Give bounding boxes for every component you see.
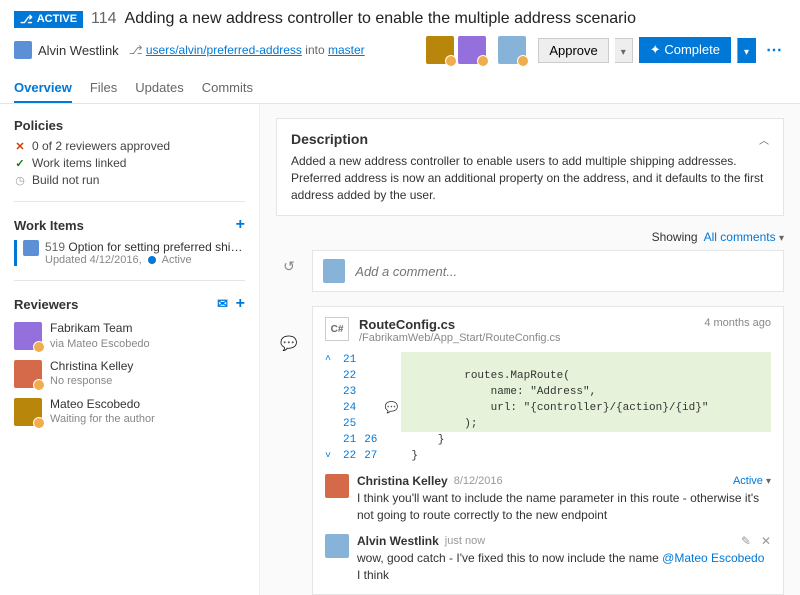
- avatar: [14, 41, 32, 59]
- comment-author[interactable]: Alvin Westlink: [357, 534, 439, 548]
- comment-timestamp: 8/12/2016: [454, 475, 503, 487]
- chevron-down-icon: ▾: [744, 47, 749, 58]
- csharp-file-icon: C#: [325, 317, 349, 341]
- mention[interactable]: @Mateo Escobedo: [662, 551, 764, 565]
- tab-files[interactable]: Files: [90, 74, 117, 103]
- avatar[interactable]: [498, 36, 526, 64]
- file-path: /FabrikamWeb/App_Start/RouteConfig.cs: [359, 332, 561, 344]
- branch-info: ⎇ users/alvin/preferred-address into mas…: [129, 43, 365, 57]
- workitem-row[interactable]: 519 Option for setting preferred shippin…: [14, 240, 245, 266]
- reviewer-avatars: [426, 36, 526, 64]
- comment-author[interactable]: Christina Kelley: [357, 474, 448, 488]
- check-icon: ✦: [650, 42, 661, 57]
- file-timestamp: 4 months ago: [704, 317, 771, 329]
- target-branch-link[interactable]: master: [328, 43, 365, 57]
- avatar: [14, 322, 42, 350]
- policy-build: ◷ Build not run: [14, 173, 245, 187]
- add-comment-box[interactable]: [312, 250, 784, 292]
- edit-comment-icon[interactable]: ✎: [741, 534, 751, 548]
- delete-comment-icon[interactable]: ✕: [761, 534, 771, 548]
- status-dot-icon: [148, 256, 156, 264]
- policies-title: Policies: [14, 118, 245, 133]
- policy-workitems: ✓ Work items linked: [14, 156, 245, 170]
- reviewer-row[interactable]: Fabrikam Teamvia Mateo Escobedo: [14, 321, 245, 351]
- chevron-up-icon[interactable]: ︿: [759, 132, 769, 147]
- add-workitem-button[interactable]: +: [236, 216, 245, 234]
- reviewer-row[interactable]: Christina KelleyNo response: [14, 359, 245, 389]
- reviewers-title: Reviewers: [14, 297, 78, 312]
- policy-reviewers: ✕ 0 of 2 reviewers approved: [14, 139, 245, 153]
- comment-thread-item: Alvin Westlink just now ✎ ✕ wow, good ca…: [325, 534, 771, 584]
- avatar[interactable]: [458, 36, 486, 64]
- comments-filter[interactable]: All comments ▾: [704, 230, 784, 244]
- add-comment-input[interactable]: [355, 264, 773, 279]
- status-badge: ⎇ ACTIVE: [14, 11, 83, 28]
- more-actions[interactable]: ⋯: [762, 40, 786, 60]
- branch-icon: ⎇: [129, 43, 143, 57]
- avatar: [323, 259, 345, 283]
- author[interactable]: Alvin Westlink: [14, 41, 119, 59]
- description-title: Description: [291, 131, 368, 147]
- chevron-down-icon: ▾: [779, 233, 784, 244]
- expand-down-icon[interactable]: ˅: [325, 451, 331, 462]
- approve-dropdown[interactable]: ▾: [615, 38, 633, 63]
- avatar: [23, 240, 39, 256]
- pr-id: 114: [91, 10, 117, 28]
- description-card: Description ︿ Added a new address contro…: [276, 118, 784, 216]
- pr-title: Adding a new address controller to enabl…: [125, 10, 636, 28]
- showing-label: Showing: [652, 230, 698, 244]
- description-body: Added a new address controller to enable…: [291, 153, 769, 203]
- avatar: [325, 534, 349, 558]
- avatar: [14, 360, 42, 388]
- history-icon[interactable]: ↺: [283, 258, 295, 275]
- source-branch-link[interactable]: users/alvin/preferred-address: [146, 43, 302, 57]
- comment-status-dropdown[interactable]: Active ▾: [733, 475, 771, 487]
- add-reviewer-button[interactable]: +: [236, 295, 245, 312]
- reviewer-row[interactable]: Mateo EscobedoWaiting for the author: [14, 397, 245, 427]
- comment-text: wow, good catch - I've fixed this to now…: [357, 550, 771, 584]
- avatar[interactable]: [426, 36, 454, 64]
- tab-commits[interactable]: Commits: [202, 74, 253, 103]
- chevron-down-icon: ▾: [621, 47, 626, 58]
- tab-overview[interactable]: Overview: [14, 74, 72, 103]
- complete-button[interactable]: ✦ Complete: [639, 37, 731, 63]
- comment-timestamp: just now: [445, 535, 485, 547]
- clock-icon: ◷: [14, 174, 26, 186]
- branch-icon: ⎇: [20, 13, 33, 26]
- comment-icon[interactable]: 💬: [280, 335, 297, 352]
- tab-updates[interactable]: Updates: [135, 74, 183, 103]
- file-diff-card: C# RouteConfig.cs /FabrikamWeb/App_Start…: [312, 306, 784, 594]
- x-icon: ✕: [14, 140, 26, 152]
- mail-icon[interactable]: ✉: [217, 296, 228, 311]
- complete-dropdown[interactable]: ▾: [737, 38, 756, 63]
- workitems-title: Work Items: [14, 218, 84, 233]
- avatar: [14, 398, 42, 426]
- code-diff: ˄ ˅ 21222324252122 2627 💬 rout: [325, 352, 771, 464]
- expand-up-icon[interactable]: ˄: [325, 354, 335, 365]
- comment-thread-item: Christina Kelley 8/12/2016 Active ▾ I th…: [325, 474, 771, 524]
- check-icon: ✓: [14, 157, 26, 169]
- approve-button[interactable]: Approve: [538, 38, 608, 63]
- file-name[interactable]: RouteConfig.cs: [359, 317, 561, 332]
- comment-text: I think you'll want to include the name …: [357, 490, 771, 524]
- avatar: [325, 474, 349, 498]
- inline-comment-icon[interactable]: 💬: [385, 401, 399, 415]
- chevron-down-icon: ▾: [766, 476, 771, 487]
